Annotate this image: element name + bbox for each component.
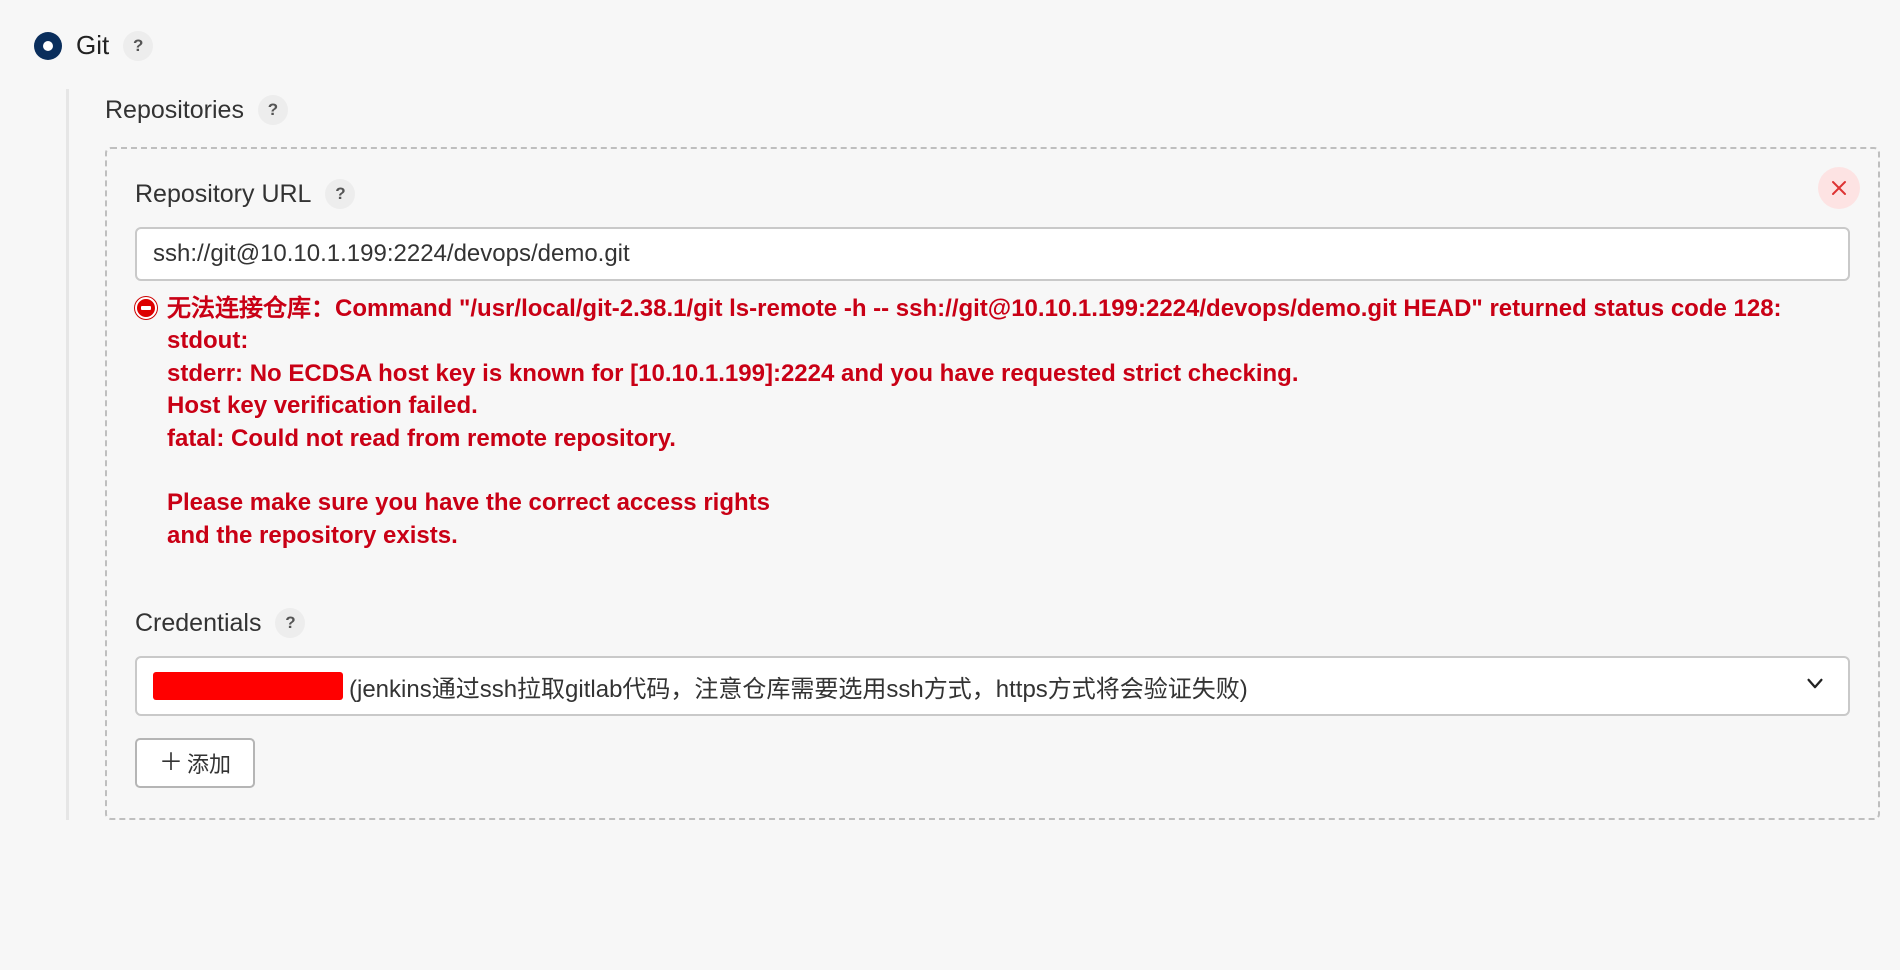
repositories-header: Repositories ? xyxy=(105,95,1880,125)
remove-repository-button[interactable] xyxy=(1818,167,1860,209)
repo-url-error: 无法连接仓库：Command "/usr/local/git-2.38.1/gi… xyxy=(135,293,1850,552)
repo-url-header: Repository URL ? xyxy=(135,179,1850,209)
repositories-label: Repositories xyxy=(105,96,244,125)
add-credential-button[interactable]: ＋ 添加 xyxy=(135,738,255,788)
repository-entry: Repository URL ? 无法连接仓库：Command "/usr/lo… xyxy=(105,147,1880,820)
close-icon xyxy=(1831,180,1847,196)
add-button-label: 添加 xyxy=(187,747,231,779)
error-icon xyxy=(135,297,157,319)
scm-option-label: Git xyxy=(76,30,109,61)
repository-url-input[interactable] xyxy=(135,227,1850,281)
credentials-selected-text: (jenkins通过ssh拉取gitlab代码，注意仓库需要选用ssh方式，ht… xyxy=(349,669,1248,704)
radio-selected-icon xyxy=(34,32,62,60)
help-icon[interactable]: ? xyxy=(325,179,355,209)
help-icon[interactable]: ? xyxy=(258,95,288,125)
chevron-down-icon xyxy=(1804,673,1826,700)
repo-url-label: Repository URL xyxy=(135,180,311,209)
credentials-header: Credentials ? xyxy=(135,608,1850,638)
credentials-section: Credentials ? (jenkins通过ssh拉取gitlab代码，注意… xyxy=(135,608,1850,788)
credentials-label: Credentials xyxy=(135,609,261,638)
redacted-credential-name xyxy=(153,672,343,700)
plus-icon: ＋ xyxy=(159,751,183,775)
help-icon[interactable]: ? xyxy=(123,31,153,61)
repo-url-error-text: 无法连接仓库：Command "/usr/local/git-2.38.1/gi… xyxy=(167,293,1782,552)
scm-git-option[interactable]: Git ? xyxy=(20,30,1880,61)
git-config-section: Repositories ? Repository URL ? 无法连接仓库：C… xyxy=(66,89,1880,820)
credentials-select[interactable]: (jenkins通过ssh拉取gitlab代码，注意仓库需要选用ssh方式，ht… xyxy=(135,656,1850,716)
help-icon[interactable]: ? xyxy=(275,608,305,638)
